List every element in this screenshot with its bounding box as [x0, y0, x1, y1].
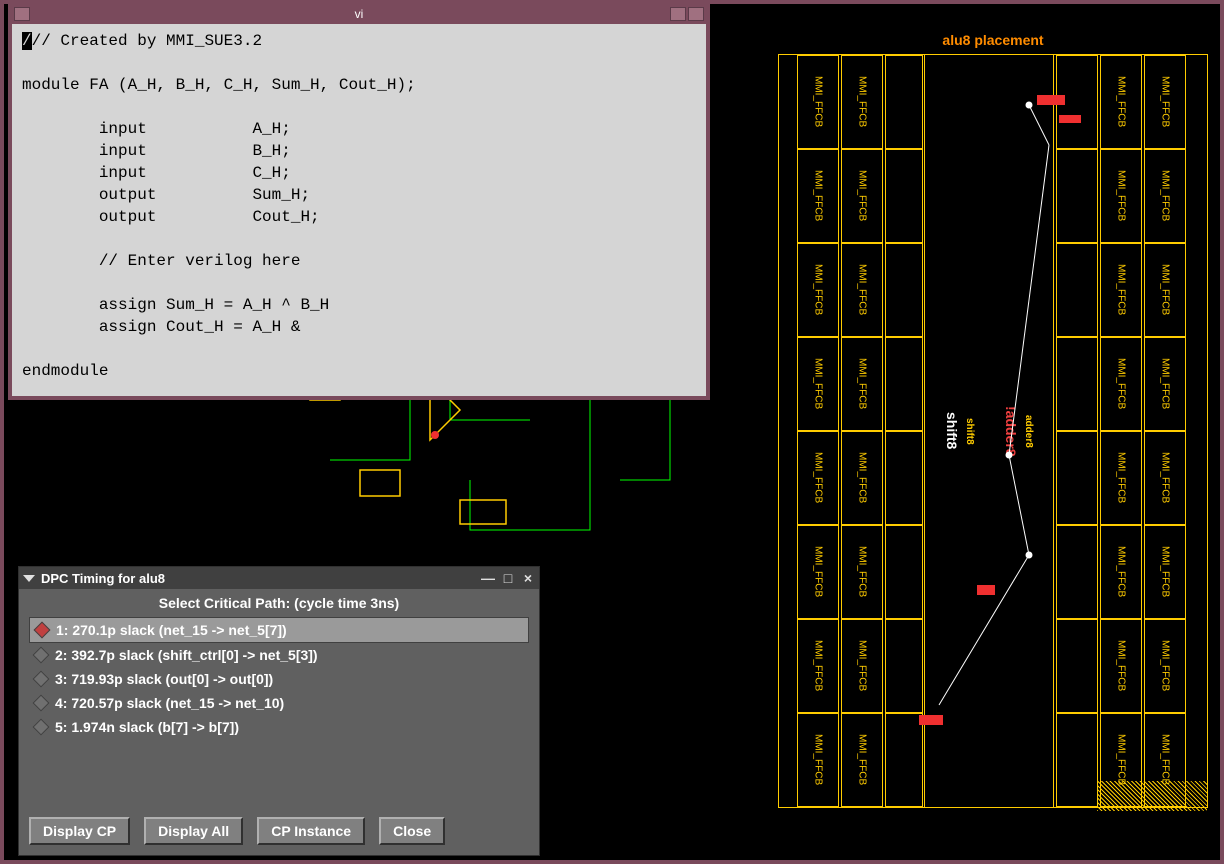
- display-all-button[interactable]: Display All: [144, 817, 243, 845]
- placement-grid[interactable]: MMI_FFCB MMI_FFCB MMI_FFCB MMI_FFCB MMI_…: [778, 54, 1208, 808]
- minimize-icon[interactable]: —: [481, 571, 495, 585]
- path-label: 1: 270.1p slack (net_15 -> net_5[7]): [56, 622, 287, 638]
- radio-icon: [34, 622, 51, 639]
- dpc-titlebar[interactable]: DPC Timing for alu8 — □ ×: [19, 567, 539, 589]
- vi-cursor: /: [22, 32, 32, 50]
- critical-path-item-1[interactable]: 1: 270.1p slack (net_15 -> net_5[7]): [29, 617, 529, 643]
- placement-view[interactable]: alu8 placement MMI_FFCB MMI_FFCB MMI_FFC…: [778, 32, 1208, 822]
- cp-instance-button[interactable]: CP Instance: [257, 817, 365, 845]
- hatch-region: [1097, 781, 1207, 811]
- critical-path-item-4[interactable]: 4: 720.57p slack (net_15 -> net_10): [29, 691, 529, 715]
- maximize-icon[interactable]: □: [501, 571, 515, 585]
- path-label: 2: 392.7p slack (shift_ctrl[0] -> net_5[…: [55, 647, 318, 663]
- radio-icon: [33, 647, 50, 664]
- close-button[interactable]: Close: [379, 817, 445, 845]
- radio-icon: [33, 671, 50, 688]
- path-label: 4: 720.57p slack (net_15 -> net_10): [55, 695, 284, 711]
- dpc-subtitle: Select Critical Path: (cycle time 3ns): [19, 589, 539, 617]
- vi-code: // Created by MMI_SUE3.2 module FA (A_H,…: [22, 32, 416, 380]
- critical-path-overlay: [779, 55, 1207, 807]
- critical-path-item-3[interactable]: 3: 719.93p slack (out[0] -> out[0]): [29, 667, 529, 691]
- critical-path-list: 1: 270.1p slack (net_15 -> net_5[7]) 2: …: [29, 617, 529, 739]
- dropdown-icon[interactable]: [23, 575, 35, 582]
- vi-text-area[interactable]: /// Created by MMI_SUE3.2 module FA (A_H…: [12, 24, 706, 388]
- display-cp-button[interactable]: Display CP: [29, 817, 130, 845]
- radio-icon: [33, 695, 50, 712]
- vi-title-text: vi: [355, 7, 364, 21]
- placement-title: alu8 placement: [778, 32, 1208, 48]
- path-label: 3: 719.93p slack (out[0] -> out[0]): [55, 671, 273, 687]
- close-icon[interactable]: ×: [521, 571, 535, 585]
- dpc-timing-window[interactable]: DPC Timing for alu8 — □ × Select Critica…: [18, 566, 540, 856]
- vi-titlebar[interactable]: vi: [12, 4, 706, 24]
- vi-max-button[interactable]: [688, 7, 704, 21]
- vi-min-button[interactable]: [670, 7, 686, 21]
- vi-editor-window[interactable]: vi /// Created by MMI_SUE3.2 module FA (…: [8, 0, 710, 400]
- path-label: 5: 1.974n slack (b[7] -> b[7]): [55, 719, 239, 735]
- radio-icon: [33, 719, 50, 736]
- dpc-title-text: DPC Timing for alu8: [41, 571, 481, 586]
- dpc-button-row: Display CP Display All CP Instance Close: [29, 817, 445, 845]
- vi-menu-button[interactable]: [14, 7, 30, 21]
- critical-path-item-5[interactable]: 5: 1.974n slack (b[7] -> b[7]): [29, 715, 529, 739]
- critical-path-item-2[interactable]: 2: 392.7p slack (shift_ctrl[0] -> net_5[…: [29, 643, 529, 667]
